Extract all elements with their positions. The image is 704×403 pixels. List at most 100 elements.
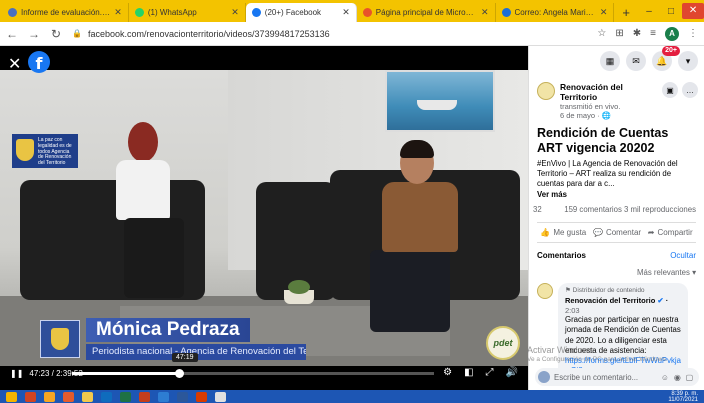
comment-label: Comentar (605, 228, 642, 238)
powerpoint-icon[interactable] (25, 391, 36, 402)
puzzle-icon[interactable]: ✱ (633, 28, 641, 39)
clock-date: 11/07/2021 (668, 396, 698, 403)
extension-icon[interactable]: ⊞ (615, 28, 623, 39)
video-side-panel: ▦ ✉ 🔔 20+ ▾ Renovación del Territorio tra… (528, 46, 704, 390)
maximize-button[interactable]: □ (660, 6, 682, 17)
comment-input[interactable]: Escribe un comentario... ☺ ◉ ▢ (535, 368, 699, 386)
tab-title: (20+) Facebook (264, 8, 322, 17)
tab-title: Informe de evaluación. Audic (21, 8, 110, 17)
system-clock[interactable]: 8:39 p. m. 11/07/2021 (668, 391, 704, 403)
shield-icon (16, 139, 34, 161)
lock-icon: 🔒 (72, 29, 82, 38)
browser-tab[interactable]: Página principal de Microsoft ✕ (357, 3, 496, 22)
word-icon[interactable] (177, 391, 188, 402)
comment-author[interactable]: Renovación del Territorio (565, 296, 655, 305)
firefox-icon[interactable] (63, 391, 74, 402)
tab-close-icon[interactable]: ✕ (600, 7, 608, 18)
minimize-button[interactable]: – (638, 6, 660, 17)
tab-close-icon[interactable]: ✕ (342, 7, 350, 18)
tab-close-icon[interactable]: ✕ (114, 7, 122, 18)
comment-avatar[interactable] (537, 283, 553, 300)
reload-button[interactable]: ↻ (50, 27, 62, 41)
pause-icon[interactable]: ❚❚ (10, 369, 23, 378)
distributor-icon: ⚑ (565, 287, 571, 295)
menu-icon[interactable]: ⋮ (688, 28, 698, 39)
media-icon[interactable]: ≡ (650, 28, 656, 39)
page-date[interactable]: 6 de mayo · (560, 111, 602, 120)
emoji-icon[interactable]: ☺ (661, 373, 669, 382)
volume-icon[interactable]: 🔊 (506, 367, 518, 378)
video-viewer[interactable]: ✕ f La paz con legalidad es de todos Age… (0, 46, 528, 390)
pip-icon[interactable]: ◧ (464, 367, 473, 378)
browser-tab[interactable]: Informe de evaluación. Audic ✕ (2, 3, 129, 22)
close-window-button[interactable]: ✕ (682, 3, 704, 19)
globe-icon: 🌐 (601, 111, 612, 120)
chrome-2-icon[interactable] (215, 391, 226, 402)
star-icon[interactable]: ☆ (597, 28, 606, 39)
user-avatar (538, 371, 550, 383)
page-name[interactable]: Renovación del Territorio (560, 82, 657, 102)
page-avatar[interactable] (537, 82, 555, 100)
notifications-icon[interactable]: 🔔 20+ (652, 46, 680, 71)
camera-icon[interactable]: ◉ (674, 373, 681, 382)
video-frame[interactable]: La paz con legalidad es de todos Agencia… (0, 70, 528, 366)
speaker-name: Mónica Pedraza (86, 318, 250, 342)
settings-gear-icon[interactable]: ⚙ (443, 367, 452, 378)
action-bar: 👍 Me gusta 💬 Comentar ➦ Compartir (537, 222, 696, 244)
more-options-icon[interactable]: … (682, 82, 698, 98)
hover-time-tooltip: 47:19 (172, 353, 198, 362)
comment-time[interactable]: 2:03 (565, 306, 580, 315)
video-controls: 47:19 ❚❚ 47:23 / 2:39:52 ⚙ ◧ ⤢ 🔊 (0, 353, 528, 390)
app-icon[interactable] (196, 391, 207, 402)
window-controls: – □ ✕ (638, 0, 704, 22)
like-button[interactable]: 👍 Me gusta (540, 228, 586, 237)
facebook-top-bar: ▦ ✉ 🔔 20+ ▾ (529, 46, 704, 76)
comments-header: Comentarios Ocultar (529, 243, 704, 260)
start-icon[interactable] (6, 391, 17, 402)
person-right (360, 140, 470, 342)
url-field[interactable]: 🔒 facebook.com/renovacionterritorio/vide… (72, 25, 587, 43)
edge-icon[interactable] (158, 391, 169, 402)
fullscreen-icon[interactable]: ⤢ (486, 367, 494, 378)
menu-grid-icon[interactable]: ▦ (600, 51, 620, 71)
tab-close-icon[interactable]: ✕ (481, 7, 489, 18)
tab-favicon-icon (134, 8, 144, 17)
see-more-link[interactable]: Ver más (529, 189, 704, 199)
hide-comments-link[interactable]: Ocultar (670, 251, 696, 260)
progress-handle[interactable] (175, 369, 185, 378)
facebook-logo-icon[interactable]: f (28, 51, 50, 73)
browser-tab[interactable]: (20+) Facebook ✕ (245, 3, 357, 22)
explorer-icon[interactable] (82, 391, 93, 402)
reaction-count[interactable]: 32 (533, 205, 542, 214)
account-chevron-icon[interactable]: ▾ (678, 51, 698, 71)
tab-close-icon[interactable]: ✕ (231, 7, 239, 18)
forward-button[interactable]: → (28, 27, 40, 41)
profile-avatar[interactable]: A (665, 26, 679, 41)
comment-button[interactable]: 💬 Comentar (593, 228, 641, 237)
new-tab-button[interactable]: + (614, 3, 638, 22)
browser-tab[interactable]: (1) WhatsApp ✕ (129, 3, 246, 22)
video-description: #EnVivo | La Agencia de Renovación del T… (537, 159, 678, 189)
video-stats: 32 159 comentarios 3 mil reproducciones (529, 199, 704, 218)
save-icon[interactable]: ▣ (662, 82, 678, 98)
close-icon[interactable]: ✕ (8, 54, 21, 74)
progress-bar[interactable] (72, 369, 434, 378)
chrome-icon[interactable] (44, 391, 55, 402)
share-button[interactable]: ➦ Compartir (648, 228, 693, 237)
outlook-icon[interactable] (101, 391, 112, 402)
powerpoint-2-icon[interactable] (139, 391, 150, 402)
like-label: Me gusta (553, 228, 587, 238)
messenger-icon[interactable]: ✉ (626, 51, 646, 71)
person-left (110, 122, 184, 312)
browser-tab[interactable]: Correo: Angela Maria Aristizá ✕ (496, 3, 615, 22)
thumbs-up-icon: 👍 (540, 228, 551, 238)
share-icon: ➦ (647, 228, 655, 238)
comment-input-placeholder: Escribe un comentario... (554, 372, 639, 382)
tab-title: Página principal de Microsoft (375, 8, 477, 17)
tab-title: Correo: Angela Maria Aristizá (514, 8, 596, 17)
gif-icon[interactable]: ▢ (686, 373, 693, 382)
back-button[interactable]: ← (6, 27, 18, 41)
comment-view-counts[interactable]: 159 comentarios 3 mil reproducciones (564, 205, 696, 214)
excel-icon[interactable] (120, 391, 131, 402)
sort-dropdown[interactable]: Más relevantes ▾ (529, 260, 704, 277)
